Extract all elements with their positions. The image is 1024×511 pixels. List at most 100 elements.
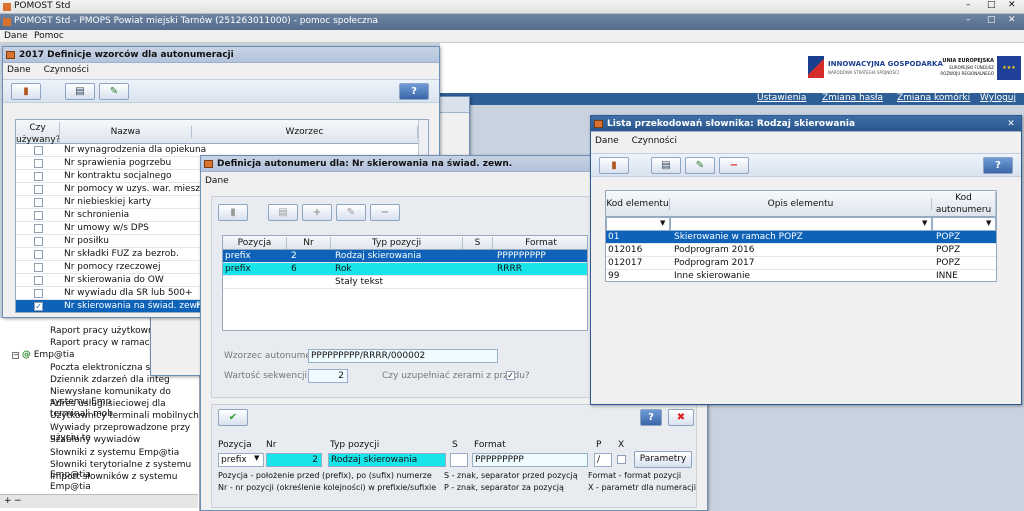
lista-menu-dane[interactable]: Dane bbox=[595, 136, 619, 146]
lista-grid-header: Kod elementu Opis elementu Kod autonumer… bbox=[606, 191, 996, 217]
table-row[interactable]: 012017 Podprogram 2017 POPZ bbox=[606, 257, 996, 270]
delete-button[interactable]: − bbox=[719, 157, 749, 174]
tree-scrollbar[interactable]: + − bbox=[0, 494, 198, 508]
restore-icon[interactable]: □ bbox=[987, 0, 996, 10]
edit-nr-field[interactable]: 2 bbox=[266, 453, 322, 467]
lista-menu-czynnosci[interactable]: Czynności bbox=[632, 136, 677, 146]
checkbox[interactable] bbox=[34, 276, 43, 285]
tree-item[interactable]: Dziennik zdarzeń dla integ bbox=[50, 375, 170, 385]
edit-p-field[interactable]: / bbox=[594, 453, 612, 467]
edit-format-field[interactable]: PPPPPPPPP bbox=[472, 453, 588, 467]
parametry-button[interactable]: Parametry bbox=[634, 451, 692, 468]
col-czy-uzywany[interactable]: Czy używany? bbox=[16, 122, 60, 144]
col-wzorzec[interactable]: Wzorzec bbox=[192, 126, 418, 138]
col-nr[interactable]: Nr bbox=[287, 237, 331, 249]
checkbox[interactable] bbox=[34, 185, 43, 194]
filter-opis[interactable] bbox=[670, 217, 932, 231]
cancel-button[interactable]: ✖ bbox=[668, 409, 694, 426]
close-icon[interactable]: ✕ bbox=[1003, 118, 1019, 130]
edit-button[interactable]: ✎ bbox=[99, 83, 129, 100]
checkbox[interactable] bbox=[34, 159, 43, 168]
col-s[interactable]: S bbox=[463, 237, 493, 249]
edit-button[interactable]: ✎ bbox=[685, 157, 715, 174]
col-pozycja[interactable]: Pozycja bbox=[223, 237, 287, 249]
table-row[interactable]: Stały tekst bbox=[223, 276, 587, 289]
tree-item[interactable]: Szablony wywiadów bbox=[50, 435, 140, 445]
exit-button[interactable]: ▮ bbox=[11, 83, 41, 100]
col-opis[interactable]: Opis elementu bbox=[670, 198, 932, 210]
exit-button[interactable]: ▮ bbox=[218, 204, 248, 221]
col-format[interactable]: Format bbox=[493, 237, 587, 249]
checkbox[interactable] bbox=[34, 250, 43, 259]
autonumer-edit-panel: ✔ ? ✖ Pozycja Nr Typ pozycji S Format P … bbox=[211, 404, 697, 508]
sekwencja-field[interactable]: 2 bbox=[308, 369, 348, 383]
tree-item[interactable]: Import słowników z systemu Emp@tia bbox=[50, 472, 199, 492]
edit-typ-field[interactable]: Rodzaj skierowania bbox=[328, 453, 446, 467]
sub-minimize-icon[interactable]: – bbox=[966, 15, 971, 25]
add-button[interactable]: + bbox=[302, 204, 332, 221]
edit-x-label: X bbox=[618, 440, 625, 450]
wzorzec-field[interactable]: PPPPPPPPP/RRRR/000002 bbox=[308, 349, 498, 363]
menu-pomoc[interactable]: Pomoc bbox=[34, 31, 64, 41]
chevron-down-icon[interactable]: ▼ bbox=[922, 219, 927, 227]
checkbox[interactable] bbox=[34, 211, 43, 220]
close-icon[interactable]: ✕ bbox=[1008, 0, 1016, 10]
col-nazwa[interactable]: Nazwa bbox=[60, 126, 192, 138]
link-zmiana-komorki[interactable]: Zmiana komórki bbox=[897, 93, 970, 103]
edit-s-field[interactable] bbox=[450, 453, 468, 467]
checkbox[interactable] bbox=[34, 172, 43, 181]
help-button[interactable]: ? bbox=[399, 83, 429, 100]
wzorce-menu-czynnosci[interactable]: Czynności bbox=[44, 65, 89, 75]
tree-item[interactable]: Użytkownicy terminali mobilnych bbox=[50, 411, 199, 421]
table-row[interactable]: 99 Inne skierowanie INNE bbox=[606, 270, 996, 281]
innowacyjna-logo: INNOWACYJNA GOSPODARKA NARODOWA STRATEGI… bbox=[808, 56, 943, 80]
tree-item[interactable]: Słowniki z systemu Emp@tia bbox=[50, 448, 179, 458]
zera-checkbox[interactable]: ✓ bbox=[506, 371, 515, 380]
checkbox[interactable] bbox=[34, 198, 43, 207]
sub-close-icon[interactable]: ✕ bbox=[1008, 15, 1016, 25]
table-row-selected[interactable]: 01 Skierowanie w ramach POPZ POPZ bbox=[606, 231, 996, 244]
checkbox-checked[interactable]: ✓ bbox=[34, 302, 43, 311]
checkbox[interactable] bbox=[34, 146, 43, 155]
checkbox[interactable] bbox=[34, 224, 43, 233]
cell-kod: 01 bbox=[608, 232, 620, 242]
details-button[interactable]: ▤ bbox=[65, 83, 95, 100]
checkbox[interactable] bbox=[34, 289, 43, 298]
col-typ[interactable]: Typ pozycji bbox=[331, 237, 463, 249]
col-auto[interactable]: Kod autonumeru bbox=[932, 192, 996, 216]
expand-all-icon[interactable]: + bbox=[4, 496, 12, 506]
expand-icon[interactable]: − bbox=[12, 352, 19, 359]
edit-button[interactable]: ✎ bbox=[336, 204, 366, 221]
row-name: Nr skierowania na świad. zewn. bbox=[64, 301, 206, 311]
save-button[interactable]: ▤ bbox=[268, 204, 298, 221]
checkbox[interactable] bbox=[34, 237, 43, 246]
link-wyloguj[interactable]: Wyloguj bbox=[980, 93, 1016, 103]
link-zmiana-hasla[interactable]: Zmiana hasła bbox=[822, 93, 883, 103]
collapse-all-icon[interactable]: − bbox=[14, 496, 22, 506]
cell-auto: POPZ bbox=[936, 245, 961, 255]
delete-button[interactable]: − bbox=[370, 204, 400, 221]
chevron-down-icon[interactable]: ▼ bbox=[254, 454, 259, 462]
autonumer-menu-dane[interactable]: Dane bbox=[205, 176, 229, 186]
checkbox[interactable] bbox=[34, 263, 43, 272]
table-row-selected[interactable]: prefix 2 Rodzaj skierowania PPPPPPPPP bbox=[223, 250, 587, 263]
table-row[interactable]: 012016 Podprogram 2016 POPZ bbox=[606, 244, 996, 257]
confirm-button[interactable]: ✔ bbox=[218, 409, 248, 426]
edit-x-checkbox[interactable] bbox=[617, 455, 626, 464]
tree-node-empatia[interactable]: − @ Emp@tia bbox=[12, 350, 74, 360]
minimize-icon[interactable]: – bbox=[966, 0, 971, 10]
cell-nr: 2 bbox=[291, 251, 297, 261]
table-row[interactable]: prefix 6 Rok RRRR bbox=[223, 263, 587, 276]
help-button[interactable]: ? bbox=[640, 409, 662, 426]
sub-restore-icon[interactable]: □ bbox=[987, 15, 996, 25]
menu-dane[interactable]: Dane bbox=[4, 31, 28, 41]
row-name: Nr posiłku bbox=[64, 236, 109, 246]
chevron-down-icon[interactable]: ▼ bbox=[660, 219, 665, 227]
details-button[interactable]: ▤ bbox=[651, 157, 681, 174]
chevron-down-icon[interactable]: ▼ bbox=[986, 219, 991, 227]
link-ustawienia[interactable]: Ustawienia bbox=[757, 93, 806, 103]
help-button[interactable]: ? bbox=[983, 157, 1013, 174]
exit-button[interactable]: ▮ bbox=[599, 157, 629, 174]
col-kod[interactable]: Kod elementu bbox=[606, 198, 670, 210]
wzorce-menu-dane[interactable]: Dane bbox=[7, 65, 31, 75]
